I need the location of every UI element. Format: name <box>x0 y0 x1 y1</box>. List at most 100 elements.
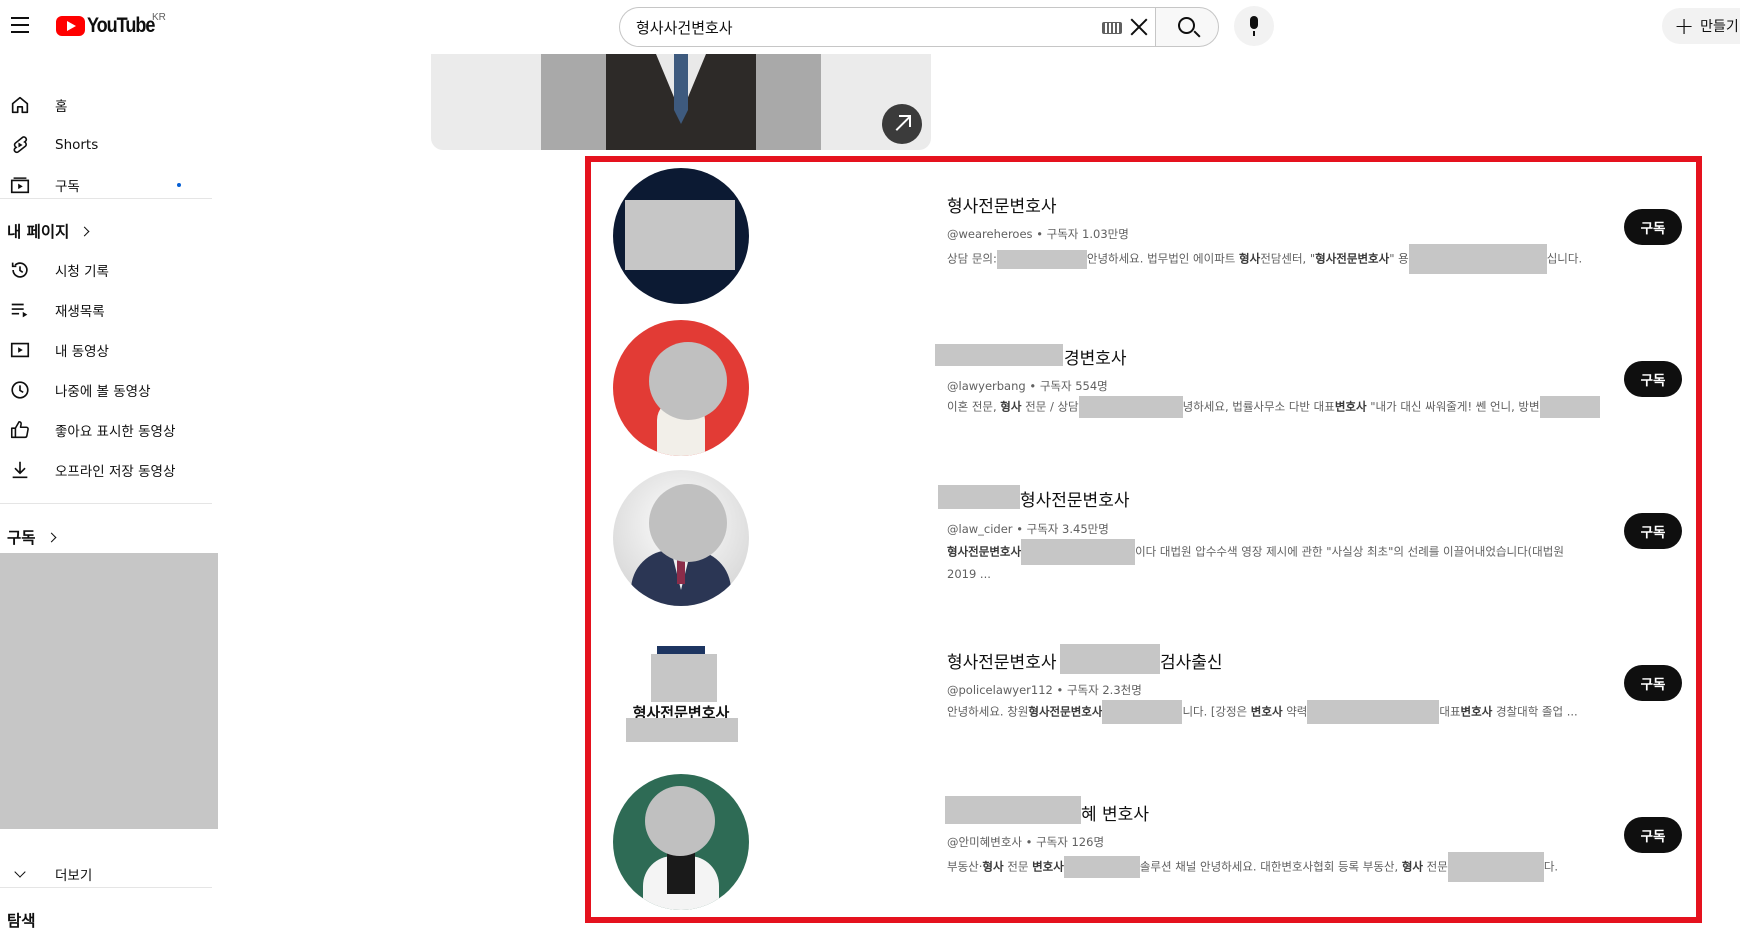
open-button[interactable] <box>882 104 922 144</box>
sidebar-item-label: 오프라인 저장 동영상 <box>55 464 176 480</box>
sidebar-item-my-videos[interactable]: 내 동영상 <box>0 330 218 370</box>
desc-text: " 용 <box>1389 251 1409 266</box>
plus-icon: + <box>1674 12 1695 40</box>
sidebar-item-label: 나중에 볼 동영상 <box>55 384 151 400</box>
download-icon <box>8 458 32 482</box>
channel-avatar[interactable]: 형사전문변호사 <box>613 628 749 764</box>
sidebar-item-home[interactable]: 홈 <box>0 85 218 125</box>
meta-separator: • <box>1056 683 1064 697</box>
shorts-icon <box>8 133 32 157</box>
desc-highlight: 형사전문변호사 <box>1315 251 1390 266</box>
channel-name[interactable]: 형사전문변호사 <box>1020 486 1129 511</box>
sidebar-item-liked-videos[interactable]: 좋아요 표시한 동영상 <box>0 410 218 450</box>
name-redacted <box>935 344 1063 366</box>
channel-result[interactable]: 혜 변호사 @안미혜변호사 • 구독자 126명 부동산·형사 전문 변호사 솔루… <box>590 772 1690 924</box>
sidebar-item-label: 좋아요 표시한 동영상 <box>55 424 176 440</box>
desc-highlight: 형사 <box>1000 399 1022 414</box>
channel-avatar[interactable] <box>613 470 749 606</box>
divider <box>0 887 212 888</box>
search-icon <box>1178 17 1195 34</box>
desc-redacted <box>1408 244 1547 274</box>
channel-name[interactable]: 형사전문변호사 <box>947 648 1056 673</box>
desc-redacted <box>1078 396 1183 418</box>
playlist-icon <box>8 298 32 322</box>
menu-icon[interactable] <box>8 12 32 36</box>
desc-text: 부동산· <box>947 859 983 874</box>
subscriptions-section-title[interactable]: 구독 <box>7 526 56 548</box>
logo-bar <box>657 646 705 654</box>
sidebar-item-history[interactable]: 시청 기록 <box>0 250 218 290</box>
subscribe-button[interactable]: 구독 <box>1624 665 1682 701</box>
create-button[interactable]: + 만들기 <box>1662 8 1740 44</box>
sidebar-item-downloads[interactable]: 오프라인 저장 동영상 <box>0 450 218 490</box>
search-box <box>619 7 1155 47</box>
channel-handle: @policelawyer112 <box>947 683 1053 697</box>
sidebar-item-label: 시청 기록 <box>55 264 109 280</box>
subscribe-button[interactable]: 구독 <box>1624 817 1682 853</box>
new-content-dot <box>177 183 181 187</box>
desc-text: 안녕하세요. 창원 <box>947 704 1029 719</box>
home-icon <box>8 93 32 117</box>
youtube-play-icon <box>56 16 85 36</box>
channel-avatar[interactable] <box>613 774 749 910</box>
you-section-title[interactable]: 내 페이지 <box>7 220 90 242</box>
sidebar-item-show-more[interactable]: 더보기 <box>0 854 218 894</box>
channel-avatar[interactable] <box>613 320 749 456</box>
subscriber-count: 구독자 554명 <box>1039 379 1108 393</box>
search-button[interactable] <box>1155 7 1219 47</box>
create-label: 만들기 <box>1700 19 1739 35</box>
chevron-right-icon <box>46 532 56 542</box>
channel-result[interactable]: 형사전문변호사 @law_cider • 구독자 3.45만명 형사전문변호사 이… <box>590 468 1690 620</box>
name-redacted <box>945 796 1081 824</box>
channel-name[interactable]: 경변호사 <box>1064 344 1127 369</box>
video-thumbnail[interactable] <box>431 54 931 150</box>
subscribe-button[interactable]: 구독 <box>1624 361 1682 397</box>
desc-text: 전문 <box>1003 859 1033 874</box>
subscriptions-title-text: 구독 <box>7 529 36 547</box>
desc-text: 이다 대법원 압수수색 영장 제시에 관한 "사실상 최초"의 선례를 이끌어내… <box>1135 544 1564 559</box>
sidebar-item-label: 재생목록 <box>55 304 105 320</box>
desc-text: 니다. [강정은 <box>1182 704 1251 719</box>
sidebar-item-subscriptions[interactable]: 구독 <box>0 165 218 205</box>
meta-separator: • <box>1036 227 1043 241</box>
subscriptions-list-redacted <box>0 553 218 829</box>
channel-name[interactable]: 혜 변호사 <box>1081 800 1149 825</box>
thumbnail-tie <box>674 54 688 124</box>
subscriber-count: 구독자 3.45만명 <box>1026 522 1109 536</box>
search-input[interactable] <box>636 8 1096 46</box>
desc-text: 약력 <box>1282 704 1308 719</box>
youtube-logo[interactable]: YouTube <box>56 14 165 38</box>
desc-highlight: 변호사 <box>1460 704 1493 719</box>
sidebar-item-playlists[interactable]: 재생목록 <box>0 290 218 330</box>
sidebar-item-shorts[interactable]: Shorts <box>0 125 218 165</box>
like-icon <box>8 418 32 442</box>
history-icon <box>8 258 32 282</box>
desc-redacted <box>1539 396 1600 418</box>
sidebar-item-watch-later[interactable]: 나중에 볼 동영상 <box>0 370 218 410</box>
subscribe-button[interactable]: 구독 <box>1624 209 1682 245</box>
you-title-text: 내 페이지 <box>7 223 70 241</box>
channel-name[interactable]: 형사전문변호사 <box>947 192 1056 217</box>
desc-highlight: 형사 <box>1239 251 1261 266</box>
name-redacted <box>1060 644 1160 674</box>
sidebar-item-label: Shorts <box>55 137 99 153</box>
channel-avatar[interactable] <box>613 168 749 304</box>
explore-section-title: 탐색 <box>7 909 36 930</box>
channel-result[interactable]: 형사전문변호사 @weareheroes • 구독자 1.03만명 상담 문의:… <box>590 164 1690 316</box>
subscribe-button[interactable]: 구독 <box>1624 513 1682 549</box>
desc-redacted <box>1447 852 1544 882</box>
chevron-right-icon <box>79 226 90 236</box>
desc-text: 녕하세요, 법률사무소 다반 대표 <box>1182 399 1335 414</box>
desc-highlight: 변호사 <box>1250 704 1283 719</box>
keyboard-icon[interactable] <box>1102 22 1122 34</box>
channel-name-suffix[interactable]: 검사출신 <box>1160 648 1223 673</box>
avatar-hair <box>667 850 695 894</box>
channel-description: 부동산·형사 전문 변호사 솔루션 채널 안녕하세요. 대한변호사협회 등록 부동… <box>947 852 1627 882</box>
channel-result[interactable]: 형사전문변호사 형사전문변호사 검사출신 @policelawyer112 • … <box>590 620 1690 772</box>
voice-search-button[interactable] <box>1234 6 1274 46</box>
channel-meta: @law_cider • 구독자 3.45만명 <box>947 521 1109 537</box>
clear-search-icon[interactable] <box>1128 16 1150 38</box>
channel-handle: @law_cider <box>947 522 1013 536</box>
desc-text: 다. <box>1543 859 1559 874</box>
channel-result[interactable]: 경변호사 @lawyerbang • 구독자 554명 이혼 전문, 형사 전문… <box>590 316 1690 468</box>
